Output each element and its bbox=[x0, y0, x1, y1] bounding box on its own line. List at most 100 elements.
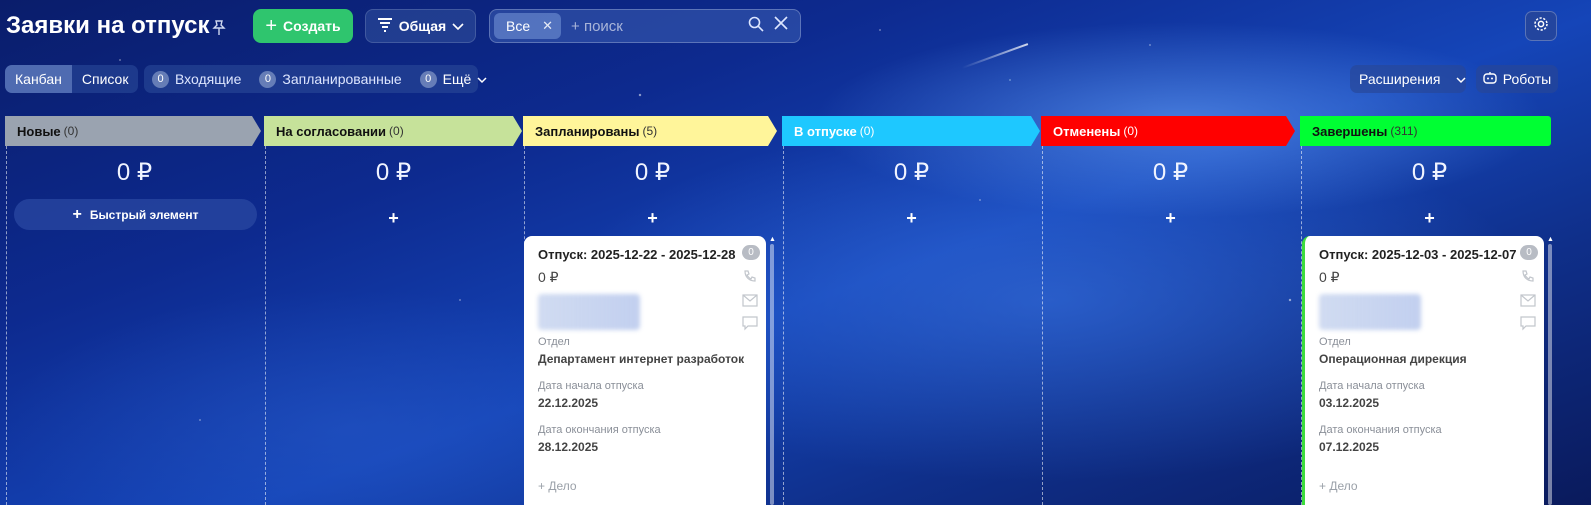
search-bar[interactable]: Все ✕ + поиск bbox=[489, 9, 801, 43]
chat-icon[interactable] bbox=[1520, 316, 1536, 331]
counter-label: Входящие bbox=[175, 71, 242, 87]
settings-button[interactable] bbox=[1525, 11, 1557, 41]
column-scrollbar[interactable]: ▲ bbox=[769, 236, 776, 505]
card-activity-badge: 0 bbox=[1520, 245, 1538, 260]
end-date-label: Дата окончания отпуска bbox=[538, 424, 661, 436]
chevron-down-icon bbox=[452, 18, 464, 34]
column-header[interactable]: На согласовании (0) bbox=[264, 116, 522, 146]
card-title[interactable]: Отпуск: 2025-12-03 - 2025-12-07 bbox=[1319, 247, 1530, 262]
create-button-label: Создать bbox=[283, 18, 341, 34]
phone-icon[interactable] bbox=[1520, 269, 1536, 285]
email-icon[interactable] bbox=[1520, 294, 1536, 307]
chat-icon[interactable] bbox=[742, 316, 758, 331]
robots-button[interactable]: Роботы bbox=[1476, 65, 1558, 93]
plus-icon: + bbox=[72, 205, 82, 223]
kanban-card[interactable]: Отпуск: 2025-12-22 - 2025-12-28 0 ₽ 0 От… bbox=[524, 236, 766, 505]
search-icon[interactable] bbox=[748, 16, 764, 37]
quick-add-item-button[interactable]: + Быстрый элемент bbox=[14, 199, 257, 230]
phone-icon[interactable] bbox=[742, 269, 758, 285]
kanban-card[interactable]: Отпуск: 2025-12-03 - 2025-12-07 0 ₽ 0 От… bbox=[1302, 236, 1544, 505]
column-header[interactable]: Запланированы (5) bbox=[523, 116, 777, 146]
filter-chip-label: Все bbox=[506, 18, 531, 34]
category-filter-button[interactable]: Общая bbox=[365, 9, 476, 43]
column-divider bbox=[6, 146, 7, 505]
add-item-button[interactable]: + bbox=[1041, 208, 1300, 229]
counter-badge: 0 bbox=[259, 70, 277, 88]
column-count: (0) bbox=[63, 124, 79, 138]
column-sum: 0 ₽ bbox=[634, 159, 671, 186]
department-value: Операционная дирекция bbox=[1319, 352, 1467, 366]
create-button[interactable]: + Создать bbox=[253, 9, 353, 43]
counters-panel: 0 Входящие 0 Запланированные 0 Ещё bbox=[144, 65, 487, 93]
column-divider bbox=[783, 146, 784, 505]
column-divider bbox=[1042, 146, 1043, 505]
kanban-column: В отпуске (0) 0 ₽ + bbox=[782, 116, 1041, 505]
category-filter-label: Общая bbox=[398, 18, 447, 34]
responsible-avatar[interactable] bbox=[1319, 294, 1421, 330]
end-date-value: 28.12.2025 bbox=[538, 440, 599, 454]
add-item-button[interactable]: + bbox=[523, 208, 782, 229]
chevron-down-icon[interactable] bbox=[1456, 71, 1466, 87]
card-title[interactable]: Отпуск: 2025-12-22 - 2025-12-28 bbox=[538, 247, 752, 262]
counter-label: Запланированные bbox=[282, 71, 402, 87]
kanban-column: На согласовании (0) 0 ₽ + bbox=[264, 116, 523, 505]
counter-planned[interactable]: 0 Запланированные bbox=[259, 70, 402, 88]
filter-chip-all[interactable]: Все ✕ bbox=[494, 13, 562, 39]
column-scrollbar[interactable]: ▲ bbox=[1547, 236, 1554, 505]
counter-incoming[interactable]: 0 Входящие bbox=[152, 70, 242, 88]
column-header[interactable]: Отменены (0) bbox=[1041, 116, 1295, 146]
department-label: Отдел bbox=[1319, 336, 1351, 348]
extensions-label: Расширения bbox=[1359, 71, 1441, 87]
scroll-up-icon[interactable]: ▲ bbox=[769, 236, 776, 243]
responsible-avatar[interactable] bbox=[538, 294, 640, 330]
card-activity-badge: 0 bbox=[742, 245, 760, 260]
add-item-button[interactable]: + bbox=[264, 208, 523, 229]
scrollbar-track[interactable] bbox=[1548, 244, 1552, 505]
search-input[interactable]: + поиск bbox=[571, 18, 748, 35]
column-sum: 0 ₽ bbox=[1411, 159, 1448, 186]
card-sum: 0 ₽ bbox=[538, 269, 559, 285]
kanban-column: Отменены (0) 0 ₽ + bbox=[1041, 116, 1300, 505]
column-header[interactable]: В отпуске (0) bbox=[782, 116, 1040, 146]
gear-icon bbox=[1533, 16, 1549, 37]
funnel-icon bbox=[377, 17, 393, 35]
start-date-label: Дата начала отпуска bbox=[1319, 380, 1425, 392]
counter-badge: 0 bbox=[152, 70, 169, 88]
scrollbar-track[interactable] bbox=[770, 244, 774, 505]
column-sum: 0 ₽ bbox=[1152, 159, 1189, 186]
column-title: Отменены bbox=[1053, 123, 1121, 139]
add-item-button[interactable]: + bbox=[1300, 208, 1559, 229]
plus-icon: + bbox=[265, 15, 278, 37]
column-title: На согласовании bbox=[276, 123, 387, 139]
add-activity-link[interactable]: + Дело bbox=[1319, 479, 1358, 493]
robot-icon bbox=[1483, 71, 1497, 87]
card-sum: 0 ₽ bbox=[1319, 269, 1340, 285]
column-count: (0) bbox=[1123, 124, 1139, 138]
start-date-value: 03.12.2025 bbox=[1319, 396, 1380, 410]
column-header[interactable]: Новые (0) bbox=[5, 116, 261, 146]
column-sum: 0 ₽ bbox=[375, 159, 412, 186]
column-count: (0) bbox=[389, 124, 404, 138]
kanban-column: Новые (0) 0 ₽ bbox=[5, 116, 264, 505]
chevron-down-icon bbox=[477, 71, 487, 87]
pin-icon[interactable] bbox=[212, 20, 226, 39]
column-count: (311) bbox=[1390, 124, 1418, 138]
column-count: (5) bbox=[642, 124, 658, 138]
email-icon[interactable] bbox=[742, 294, 758, 307]
view-kanban-tab[interactable]: Канбан bbox=[5, 65, 72, 93]
column-title: Запланированы bbox=[535, 123, 640, 139]
column-sum: 0 ₽ bbox=[893, 159, 930, 186]
close-icon[interactable]: ✕ bbox=[542, 18, 553, 34]
scroll-up-icon[interactable]: ▲ bbox=[1547, 236, 1554, 243]
extensions-button[interactable]: Расширения bbox=[1350, 65, 1466, 93]
view-list-tab[interactable]: Список bbox=[72, 65, 139, 93]
start-date-label: Дата начала отпуска bbox=[538, 380, 644, 392]
clear-search-icon[interactable] bbox=[774, 15, 788, 37]
add-activity-link[interactable]: + Дело bbox=[538, 479, 577, 493]
add-item-button[interactable]: + bbox=[782, 208, 1041, 229]
column-divider bbox=[265, 146, 266, 505]
column-sum: 0 ₽ bbox=[116, 159, 153, 186]
background-comet bbox=[961, 43, 1029, 69]
counter-more[interactable]: 0 Ещё bbox=[419, 70, 488, 88]
column-header[interactable]: Завершены (311) bbox=[1300, 116, 1551, 146]
